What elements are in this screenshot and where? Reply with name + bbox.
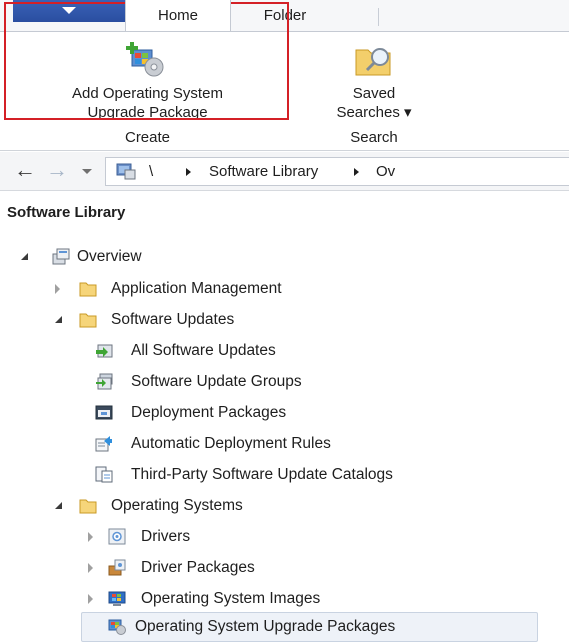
- expand-arrow-icon[interactable]: [88, 532, 93, 542]
- history-dropdown-icon[interactable]: [82, 169, 92, 174]
- tree-item-label: Operating System Upgrade Packages: [135, 618, 396, 635]
- tree-item-software-update-groups[interactable]: Software Update Groups: [0, 367, 400, 397]
- tree-item-label: Operating System Images: [141, 590, 321, 607]
- catalog-icon: [95, 466, 113, 483]
- tree-item-label: All Software Updates: [131, 342, 276, 359]
- software-updates-icon: [96, 344, 113, 358]
- tab-divider: [378, 8, 379, 26]
- tree-item-label: Software Updates: [111, 311, 235, 328]
- tree-item-os-images[interactable]: Operating System Images: [0, 584, 450, 614]
- console-root-icon: [116, 163, 136, 180]
- tree-item-label: Overview: [77, 248, 142, 265]
- tree-item-label: Driver Packages: [141, 559, 255, 576]
- pane-title: Software Library: [7, 204, 126, 221]
- tree-item-driver-packages[interactable]: Driver Packages: [0, 553, 400, 583]
- os-image-icon: [108, 591, 126, 606]
- navigation-bar: ← → \ Software Library Ov: [0, 152, 569, 191]
- tree-item-application-management[interactable]: Application Management: [0, 274, 400, 304]
- tree-item-label: Drivers: [141, 528, 191, 545]
- folder-icon: [79, 282, 97, 297]
- deployment-rules-icon: [95, 436, 112, 452]
- tree-item-label: Deployment Packages: [131, 404, 287, 421]
- tree-item-label: Software Update Groups: [131, 373, 302, 390]
- forward-arrow-icon[interactable]: →: [44, 159, 70, 183]
- collapse-arrow-icon[interactable]: [55, 502, 62, 509]
- breadcrumb-separator-icon[interactable]: [354, 168, 359, 176]
- tree-item-all-software-updates[interactable]: All Software Updates: [0, 336, 400, 366]
- ribbon-group-label-search: Search: [350, 129, 398, 146]
- saved-searches-icon: [355, 48, 391, 76]
- deployment-packages-icon: [95, 405, 113, 420]
- tree-item-os-upgrade-packages[interactable]: Operating System Upgrade Packages: [0, 612, 540, 642]
- tree-item-software-updates[interactable]: Software Updates: [0, 305, 400, 335]
- overview-icon: [52, 248, 70, 265]
- saved-searches-button[interactable]: Saved Searches ▾: [300, 32, 448, 124]
- tree-item-operating-systems[interactable]: Operating Systems: [0, 491, 400, 521]
- address-breadcrumb[interactable]: \ Software Library Ov: [105, 157, 569, 186]
- tree-item-deployment-packages[interactable]: Deployment Packages: [0, 398, 400, 428]
- breadcrumb-root[interactable]: \: [149, 163, 153, 180]
- tree-item-label: Operating Systems: [111, 497, 243, 514]
- tree-item-overview[interactable]: Overview: [0, 242, 300, 272]
- os-upgrade-package-icon: [108, 619, 126, 635]
- folder-icon: [79, 313, 97, 328]
- tree-item-drivers[interactable]: Drivers: [0, 522, 300, 552]
- driver-packages-icon: [108, 559, 126, 576]
- update-groups-icon: [96, 373, 113, 390]
- breadcrumb-overview[interactable]: Ov: [376, 163, 395, 180]
- expand-arrow-icon[interactable]: [88, 563, 93, 573]
- expand-arrow-icon[interactable]: [55, 284, 60, 294]
- tab-home[interactable]: Home: [125, 0, 231, 31]
- tree-item-label: Automatic Deployment Rules: [131, 435, 331, 452]
- back-arrow-icon[interactable]: ←: [12, 159, 38, 183]
- expand-arrow-icon[interactable]: [88, 594, 93, 604]
- tree-item-label: Application Management: [111, 280, 282, 297]
- ribbon-group-search: Saved Searches ▾ Search: [300, 32, 448, 150]
- folder-icon: [79, 499, 97, 514]
- tree-item-automatic-deployment-rules[interactable]: Automatic Deployment Rules: [0, 429, 450, 459]
- saved-searches-label-line2: Searches ▾: [336, 104, 412, 121]
- saved-searches-label-line1: Saved: [352, 85, 396, 102]
- collapse-arrow-icon[interactable]: [21, 253, 28, 260]
- tree-item-third-party-catalogs[interactable]: Third-Party Software Update Catalogs: [0, 460, 569, 490]
- drivers-icon: [108, 528, 126, 545]
- breadcrumb-software-library[interactable]: Software Library: [209, 163, 318, 180]
- tree-item-label: Third-Party Software Update Catalogs: [131, 466, 393, 483]
- collapse-arrow-icon[interactable]: [55, 316, 62, 323]
- breadcrumb-separator-icon[interactable]: [186, 168, 191, 176]
- ribbon-group-label-create: Create: [124, 129, 171, 146]
